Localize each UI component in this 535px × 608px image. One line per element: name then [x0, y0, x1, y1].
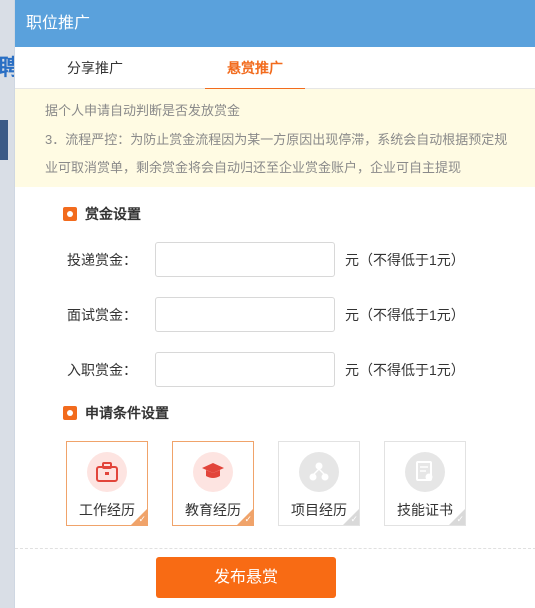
condition-card-project-experience[interactable]: 项目经历 ✓ — [278, 441, 360, 526]
conditions-settings-title: 申请条件设置 — [63, 403, 169, 423]
onboarding-reward-label: 入职赏金： — [67, 361, 137, 378]
delivery-reward-hint: 元（不得低于1元） — [345, 251, 465, 268]
delivery-reward-label: 投递赏金： — [67, 251, 137, 268]
interview-reward-row: 面试赏金： 元（不得低于1元） — [67, 297, 465, 332]
reward-settings-label: 赏金设置 — [85, 206, 141, 222]
footer-divider — [15, 548, 535, 549]
check-icon: ✓ — [456, 514, 464, 524]
onboarding-reward-row: 入职赏金： 元（不得低于1元） — [67, 352, 465, 387]
delivery-reward-row: 投递赏金： 元（不得低于1元） — [67, 242, 465, 277]
interview-reward-label: 面试赏金： — [67, 306, 137, 323]
reward-notice-box: 据个人申请自动判断是否发放赏金 3．流程严控：为防止赏金流程因为某一方原因出现停… — [15, 89, 535, 187]
check-icon: ✓ — [244, 514, 252, 524]
network-icon — [299, 452, 339, 492]
graduation-cap-icon — [193, 452, 233, 492]
interview-reward-input[interactable] — [155, 297, 335, 332]
check-icon: ✓ — [350, 514, 358, 524]
condition-card-skill-certificate[interactable]: 技能证书 ✓ — [384, 441, 466, 526]
modal-title: 职位推广 — [26, 15, 91, 32]
background-sidebar-bar — [0, 120, 8, 160]
briefcase-icon — [87, 452, 127, 492]
tab-reward-promotion[interactable]: 悬赏推广 — [205, 47, 305, 90]
modal-header: 职位推广 — [15, 0, 535, 47]
notice-line-3: 业可取消赏单，剩余赏金将会自动归还至企业赏金账户，企业可自主提现 — [45, 160, 462, 175]
tab-share-promotion[interactable]: 分享推广 — [45, 47, 145, 89]
background-page: 聘 — [0, 0, 20, 608]
interview-reward-hint: 元（不得低于1元） — [345, 306, 465, 323]
onboarding-reward-input[interactable] — [155, 352, 335, 387]
delivery-reward-input[interactable] — [155, 242, 335, 277]
job-promotion-modal: 职位推广 分享推广 悬赏推广 据个人申请自动判断是否发放赏金 3．流程严控：为防… — [14, 0, 535, 608]
condition-card-work-experience[interactable]: 工作经历 ✓ — [66, 441, 148, 526]
reward-settings-title: 赏金设置 — [63, 204, 141, 224]
notice-line-2: 3．流程严控：为防止赏金流程因为某一方原因出现停滞，系统会自动根据预定规 — [45, 132, 508, 147]
condition-card-education[interactable]: 教育经历 ✓ — [172, 441, 254, 526]
onboarding-reward-hint: 元（不得低于1元） — [345, 361, 465, 378]
check-icon: ✓ — [138, 514, 146, 524]
notice-line-1: 据个人申请自动判断是否发放赏金 — [45, 103, 241, 118]
certificate-icon — [405, 452, 445, 492]
publish-reward-button[interactable]: 发布悬赏 — [156, 557, 336, 598]
tab-bar: 分享推广 悬赏推广 — [15, 47, 535, 90]
gear-icon — [63, 406, 77, 420]
conditions-settings-label: 申请条件设置 — [85, 405, 169, 421]
gear-icon — [63, 207, 77, 221]
